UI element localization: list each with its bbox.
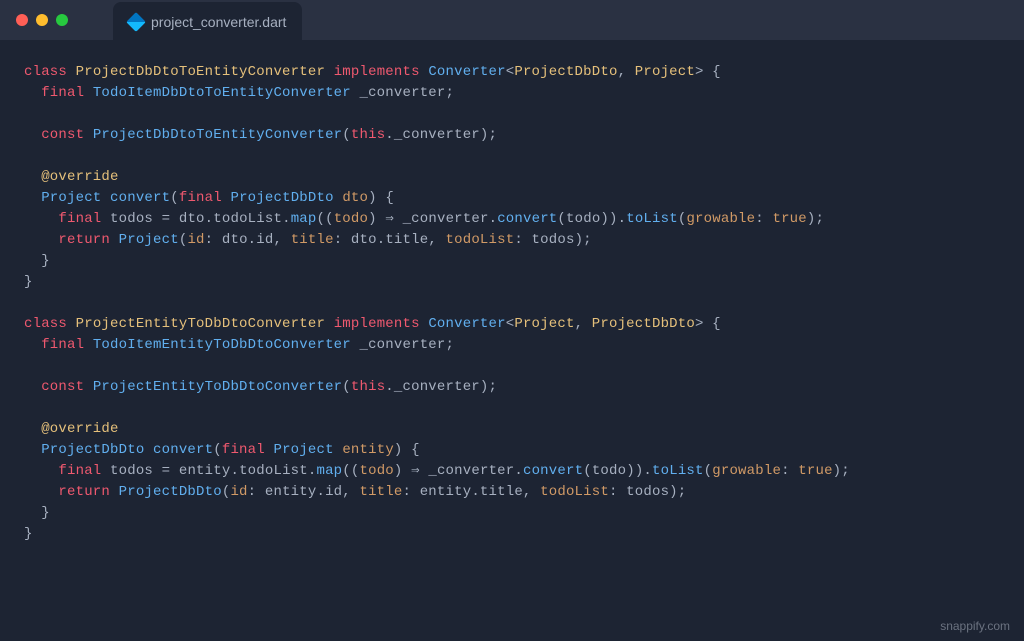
annotation-override: @override xyxy=(41,169,118,185)
keyword-final: final xyxy=(222,442,265,458)
field-type: TodoItemDbDtoToEntityConverter xyxy=(93,85,351,101)
keyword-class: class xyxy=(24,316,67,332)
type-param: ProjectDbDto xyxy=(514,64,617,80)
method-name: convert xyxy=(110,190,170,206)
field-name: _converter xyxy=(359,85,445,101)
type-param: ProjectDbDto xyxy=(592,316,695,332)
method-name: convert xyxy=(153,442,213,458)
param-name: entity xyxy=(342,442,394,458)
return-type: Project xyxy=(41,190,101,206)
constructor-call: Project xyxy=(119,232,179,248)
value: todos xyxy=(523,232,575,248)
keyword-final: final xyxy=(41,85,84,101)
keyword-const: const xyxy=(41,127,84,143)
file-tab[interactable]: project_converter.dart xyxy=(113,2,302,42)
named-param: title xyxy=(359,484,402,500)
value: dto.id, xyxy=(213,232,290,248)
keyword-implements: implements xyxy=(334,64,420,80)
method-call: map xyxy=(291,211,317,227)
type-param: Project xyxy=(635,64,695,80)
var-name: todos xyxy=(110,463,153,479)
literal-true: true xyxy=(798,463,832,479)
keyword-this: this xyxy=(351,127,385,143)
property-access: .todoList. xyxy=(230,463,316,479)
keyword-const: const xyxy=(41,379,84,395)
field-ref: ._converter xyxy=(385,127,480,143)
param-type: Project xyxy=(273,442,333,458)
lambda-param: todo xyxy=(360,463,394,479)
var-name: todos xyxy=(110,211,153,227)
titlebar: project_converter.dart xyxy=(0,0,1024,40)
method-call: convert xyxy=(523,463,583,479)
ident: todo xyxy=(592,463,626,479)
maximize-icon[interactable] xyxy=(56,14,68,26)
value: entity.id, xyxy=(256,484,359,500)
ident: dto xyxy=(179,211,205,227)
field-ref: ._converter xyxy=(385,379,480,395)
param-name: dto xyxy=(342,190,368,206)
arrow: ⇒ xyxy=(411,463,420,479)
named-param: todoList xyxy=(540,484,609,500)
keyword-this: this xyxy=(351,379,385,395)
keyword-final: final xyxy=(58,463,101,479)
minimize-icon[interactable] xyxy=(36,14,48,26)
dart-icon xyxy=(126,12,146,32)
keyword-final: final xyxy=(41,337,84,353)
named-param: growable xyxy=(712,463,781,479)
method-call: toList xyxy=(626,211,678,227)
param-type: ProjectDbDto xyxy=(230,190,333,206)
keyword-return: return xyxy=(58,232,110,248)
ident: _converter. xyxy=(403,211,498,227)
keyword-return: return xyxy=(58,484,110,500)
constructor-call: ProjectDbDto xyxy=(119,484,222,500)
named-param: todoList xyxy=(446,232,515,248)
literal-true: true xyxy=(772,211,806,227)
type-converter: Converter xyxy=(428,316,505,332)
method-call: map xyxy=(316,463,342,479)
value: entity.title, xyxy=(411,484,540,500)
ident: todo xyxy=(566,211,600,227)
keyword-implements: implements xyxy=(334,316,420,332)
named-param: id xyxy=(187,232,204,248)
constructor-name: ProjectDbDtoToEntityConverter xyxy=(93,127,342,143)
method-call: toList xyxy=(652,463,704,479)
ident: _converter. xyxy=(428,463,523,479)
named-param: growable xyxy=(686,211,755,227)
watermark-label: snappify.com xyxy=(940,619,1010,633)
close-icon[interactable] xyxy=(16,14,28,26)
field-name: _converter xyxy=(359,337,445,353)
type-converter: Converter xyxy=(428,64,505,80)
arrow: ⇒ xyxy=(385,211,394,227)
keyword-final: final xyxy=(179,190,222,206)
lambda-param: todo xyxy=(334,211,368,227)
property-access: .todoList. xyxy=(205,211,291,227)
annotation-override: @override xyxy=(41,421,118,437)
named-param: id xyxy=(230,484,247,500)
value: dto.title, xyxy=(342,232,445,248)
method-call: convert xyxy=(497,211,557,227)
window-controls xyxy=(16,14,68,26)
class-name: ProjectEntityToDbDtoConverter xyxy=(76,316,325,332)
named-param: title xyxy=(291,232,334,248)
keyword-final: final xyxy=(58,211,101,227)
class-name: ProjectDbDtoToEntityConverter xyxy=(76,64,325,80)
code-editor[interactable]: class ProjectDbDtoToEntityConverter impl… xyxy=(0,40,1024,567)
keyword-class: class xyxy=(24,64,67,80)
ident: entity xyxy=(179,463,231,479)
return-type: ProjectDbDto xyxy=(41,442,144,458)
field-type: TodoItemEntityToDbDtoConverter xyxy=(93,337,351,353)
type-param: Project xyxy=(514,316,574,332)
constructor-name: ProjectEntityToDbDtoConverter xyxy=(93,379,342,395)
filename-label: project_converter.dart xyxy=(151,14,286,30)
value: todos xyxy=(618,484,670,500)
